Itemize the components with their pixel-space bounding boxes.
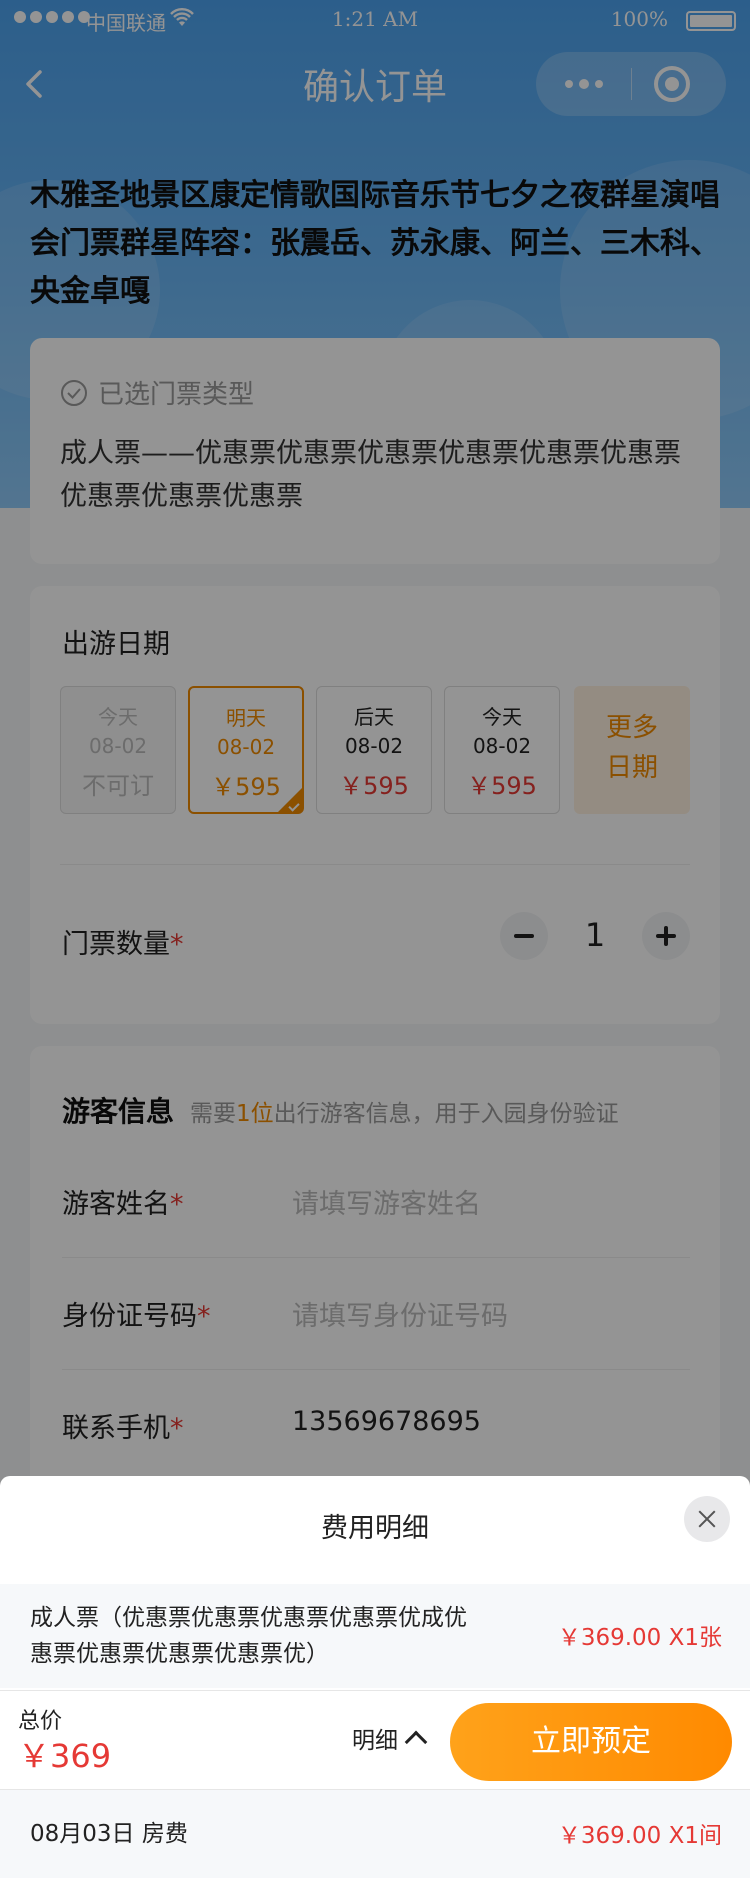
- fee-name: 成人票（优惠票优惠票优惠票优惠票优成优惠票优惠票优惠票优惠票优）: [30, 1605, 467, 1667]
- total-price: ￥369: [18, 1737, 112, 1775]
- book-now-button[interactable]: 立即预定: [450, 1703, 732, 1781]
- fee-price: ￥369.00 X1张: [557, 1625, 722, 1651]
- chevron-up-icon: [404, 1730, 428, 1754]
- fee-detail-sheet: 费用明细 成人票（优惠票优惠票优惠票优惠票优成优惠票优惠票优惠票优惠票优） ￥3…: [0, 1476, 750, 1878]
- close-icon[interactable]: [684, 1496, 730, 1542]
- sheet-title: 费用明细: [321, 1513, 429, 1544]
- detail-label: 明细: [352, 1728, 398, 1754]
- bottom-action-bar: 总价 ￥369 明细 立即预定: [0, 1690, 750, 1790]
- fee-name: 08月03日 房费: [30, 1821, 188, 1847]
- fee-row: 成人票（优惠票优惠票优惠票优惠票优成优惠票优惠票优惠票优惠票优） ￥369.00…: [0, 1584, 750, 1688]
- fee-price: ￥369.00 X1间: [557, 1823, 722, 1849]
- fee-row: 08月03日 房费 ￥369.00 X1间: [0, 1790, 750, 1878]
- detail-toggle[interactable]: 明细: [352, 1721, 428, 1755]
